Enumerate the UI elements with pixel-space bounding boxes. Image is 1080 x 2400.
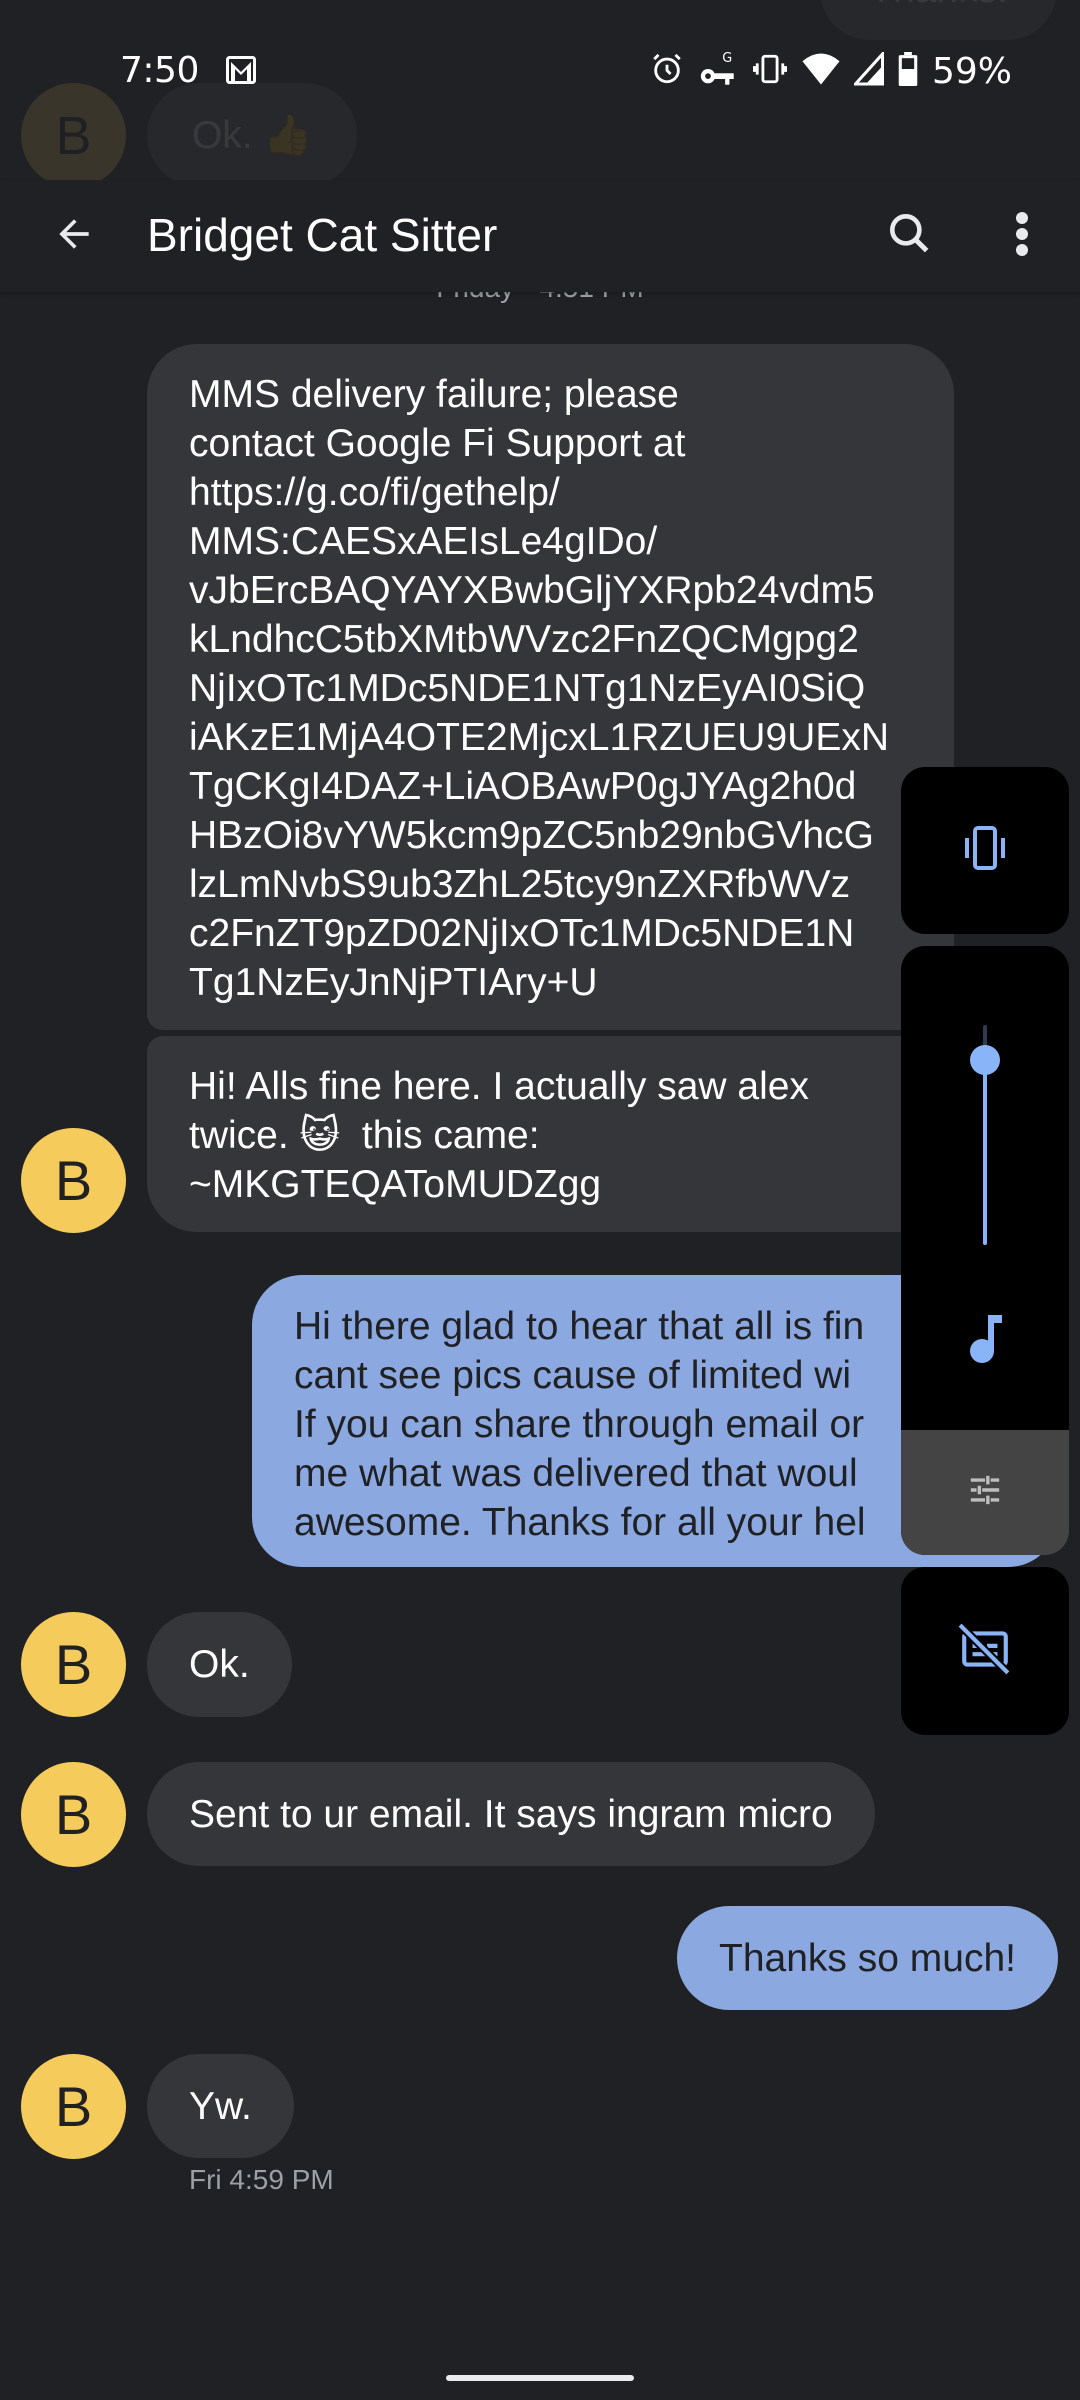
message-line: lzLmNvbS9ub3ZhL25tcy9nZXRfbWVz (189, 863, 851, 906)
avatar-letter: B (54, 2075, 93, 2138)
status-time: 7:50 (120, 50, 199, 91)
status-icons: G 59% (650, 48, 1012, 94)
message-line: contact Google Fi Support at (189, 422, 686, 465)
message-line: ~MKGTEQAToMUDZgg (189, 1163, 602, 1206)
volume-thumb[interactable] (970, 1045, 1000, 1076)
arrow-back-icon (52, 212, 96, 261)
message-line: https://g.co/fi/gethelp/ (189, 471, 560, 514)
more-vert-icon (1014, 209, 1030, 264)
message-line: MMS delivery failure; please (189, 373, 679, 416)
avatar[interactable]: B (21, 1612, 126, 1717)
wifi-icon (802, 52, 840, 91)
avatar-letter: B (54, 1633, 93, 1696)
message-line: c2FnZT9pZD02NjIxOTc1MDc5NDE1N (189, 912, 855, 955)
message-line: vJbErcBAQYAYXBwbGljYXRpb24vdm5 (189, 569, 875, 612)
volume-settings-button[interactable] (901, 1430, 1069, 1555)
message-text: MMS delivery failure; please contact Goog… (189, 370, 954, 1007)
message-text: Thanks so much! (719, 1936, 1016, 1980)
vpn-key-icon: G (698, 49, 738, 94)
peek-received-text: Ok. 👍 (191, 114, 313, 157)
vibrate-icon (955, 826, 1015, 875)
message-line: Tg1NzEyJnNjPTIAry+U (189, 961, 598, 1004)
volume-track-fill (983, 1060, 987, 1245)
alarm-icon (650, 52, 684, 91)
back-button[interactable] (38, 200, 110, 272)
message-bubble-received[interactable]: MMS delivery failure; please contact Goog… (147, 344, 954, 1030)
vibrate-icon (752, 52, 788, 91)
svg-text:G: G (722, 50, 732, 65)
stream-type-button[interactable] (901, 1306, 1069, 1376)
message-bubble-received[interactable]: Hi! Alls fine here. I actually saw alex t… (147, 1036, 954, 1232)
message-line: twice. 😺 this came: (189, 1114, 540, 1157)
message-line: iAKzE1MjA4OTE2MjcxL1RZUEU9UExN (189, 716, 890, 759)
message-timestamp: Fri 4:59 PM (189, 2164, 334, 2195)
peek-sent-bubble: Thanks! (820, 0, 1057, 40)
music-note-icon (968, 1314, 1002, 1368)
volume-panel (901, 946, 1069, 1555)
battery-icon (898, 51, 918, 91)
more-options-button[interactable] (986, 200, 1058, 272)
search-button[interactable] (874, 200, 946, 272)
avatar-letter: B (54, 1149, 93, 1212)
home-gesture-bar[interactable] (446, 2375, 634, 2381)
gmail-icon (226, 56, 256, 89)
conversation-title: Bridget Cat Sitter (147, 209, 498, 261)
tune-icon (968, 1473, 1002, 1512)
cell-signal-icon (852, 49, 884, 91)
message-line: Hi! Alls fine here. I actually saw alex (189, 1065, 809, 1108)
avatar[interactable]: B (21, 1762, 126, 1867)
message-text: Yw. (189, 2084, 252, 2128)
message-line: NjIxOTc1MDc5NDE1NTg1NzEyAI0SiQ (189, 667, 866, 710)
media-volume-slider[interactable] (901, 1025, 1069, 1245)
message-bubble-received[interactable]: Yw. (147, 2054, 294, 2158)
peek-avatar-letter: B (55, 105, 92, 166)
peek-avatar: B (21, 83, 126, 188)
captions-off-icon (957, 1621, 1012, 1680)
message-bubble-sent[interactable]: Thanks so much! (677, 1906, 1058, 2010)
avatar[interactable]: B (21, 1128, 126, 1233)
message-line: kLndhcC5tbXMtbWVzc2FnZQCMgpg2 (189, 618, 859, 661)
ringer-mode-button[interactable] (901, 767, 1069, 934)
avatar[interactable]: B (21, 2054, 126, 2159)
message-bubble-received[interactable]: Sent to ur email. It says ingram micro (147, 1762, 875, 1866)
message-text: Hi! Alls fine here. I actually saw alex t… (189, 1062, 954, 1209)
captions-toggle[interactable] (901, 1567, 1069, 1735)
message-line: HBzOi8vYW5kcm9pZC5nb29nbGVhcG (189, 814, 874, 857)
search-icon (885, 209, 935, 264)
message-text: Ok. (189, 1643, 250, 1686)
message-line: MMS:CAESxAEIsLe4gIDo/ (189, 520, 658, 563)
message-bubble-received[interactable]: Ok. (147, 1612, 292, 1717)
message-line: TgCKgI4DAZ+LiAOBAwP0gJYAg2h0d (189, 765, 857, 808)
avatar-letter: B (54, 1783, 93, 1846)
peek-sent-text: Thanks! (869, 0, 1008, 12)
message-text: Sent to ur email. It says ingram micro (189, 1792, 833, 1836)
battery-percent: 59% (931, 50, 1012, 92)
app-bar: Bridget Cat Sitter (0, 180, 1080, 292)
peek-received-bubble: Ok. 👍 (147, 83, 357, 187)
